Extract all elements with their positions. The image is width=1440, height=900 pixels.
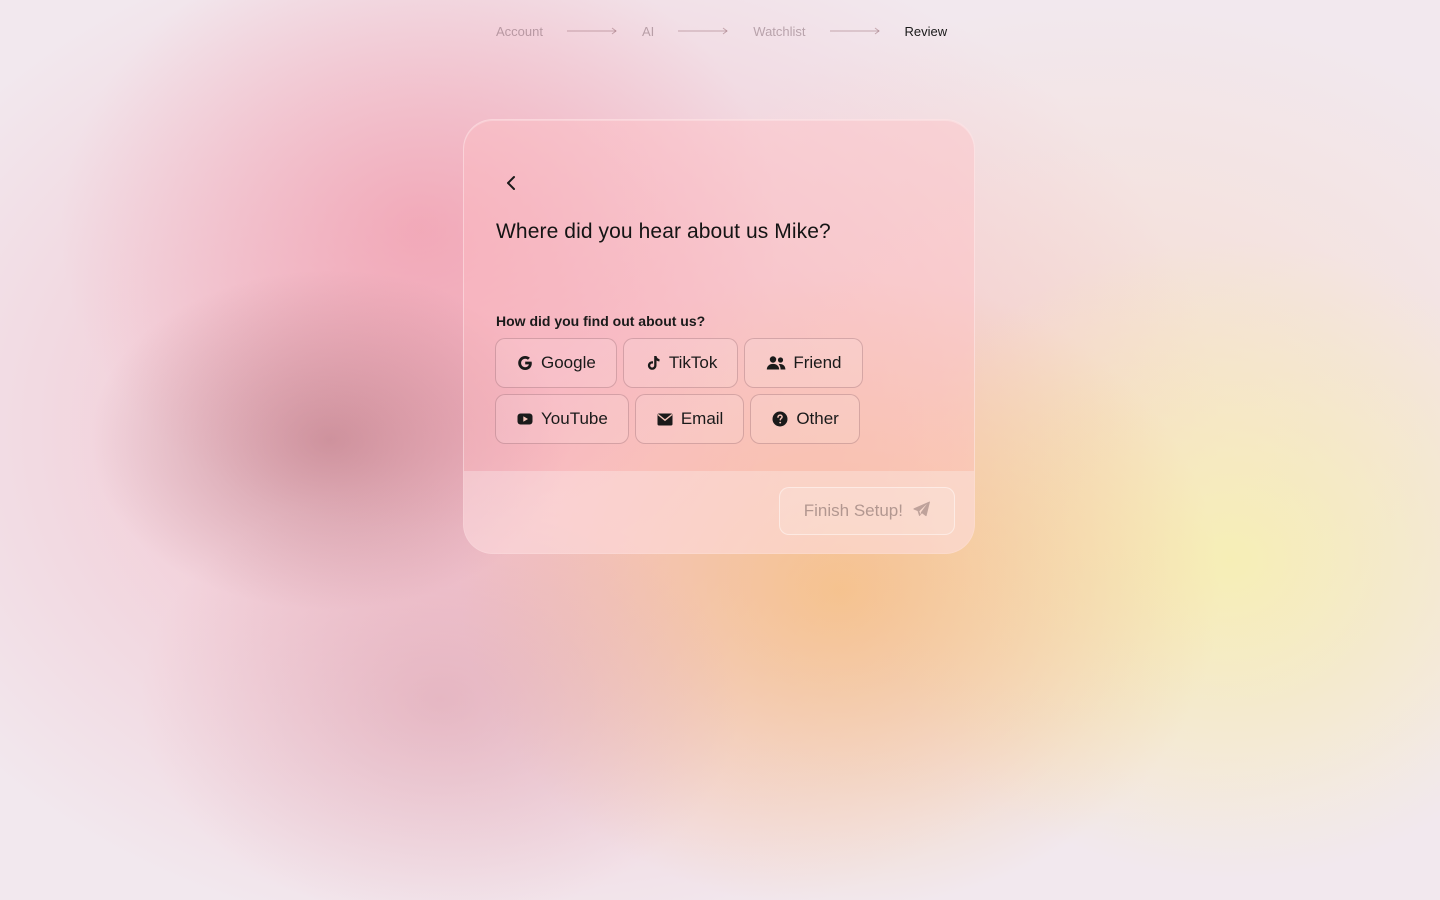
option-google-button[interactable]: Google: [495, 338, 617, 388]
option-label: Friend: [793, 353, 842, 372]
onboarding-stepper: Account AI Watchlist Review: [496, 22, 947, 40]
option-other-button[interactable]: Other: [750, 394, 860, 444]
page-title: Where did you hear about us Mike?: [496, 220, 831, 243]
users-icon: [765, 354, 786, 372]
arrow-right-icon: [678, 26, 729, 36]
source-options: Google TikTok Friend YouTube Email Other: [495, 338, 945, 450]
tiktok-icon: [644, 354, 662, 372]
google-icon: [516, 354, 534, 372]
finish-setup-label: Finish Setup!: [803, 501, 903, 520]
arrow-right-icon: [566, 26, 618, 36]
step-watchlist: Watchlist: [753, 23, 806, 39]
onboarding-card: Where did you hear about us Mike? How di…: [463, 119, 975, 554]
option-label: YouTube: [541, 409, 608, 428]
option-label: Email: [680, 409, 724, 428]
question-circle-icon: [771, 410, 789, 428]
paper-plane-icon: [913, 501, 930, 522]
youtube-icon: [516, 410, 534, 428]
back-button[interactable]: [498, 172, 524, 198]
finish-setup-button[interactable]: Finish Setup!: [778, 487, 955, 535]
step-review: Review: [904, 23, 948, 39]
arrow-right-icon: [829, 26, 881, 36]
options-row: YouTube Email Other: [495, 394, 945, 444]
option-label: Other: [796, 409, 839, 428]
option-label: Google: [541, 353, 596, 372]
step-account: Account: [496, 23, 543, 39]
card-footer: Finish Setup!: [464, 471, 974, 553]
step-ai: AI: [641, 23, 655, 39]
option-email-button[interactable]: Email: [634, 394, 745, 444]
card-body: Where did you hear about us Mike? How di…: [464, 120, 974, 471]
option-label: TikTok: [668, 353, 718, 372]
envelope-icon: [656, 410, 674, 428]
option-friend-button[interactable]: Friend: [744, 338, 863, 388]
options-row: Google TikTok Friend: [495, 338, 945, 388]
question-label: How did you find out about us?: [496, 313, 706, 329]
option-youtube-button[interactable]: YouTube: [495, 394, 629, 444]
option-tiktok-button[interactable]: TikTok: [622, 338, 739, 388]
chevron-left-icon: [505, 175, 517, 196]
